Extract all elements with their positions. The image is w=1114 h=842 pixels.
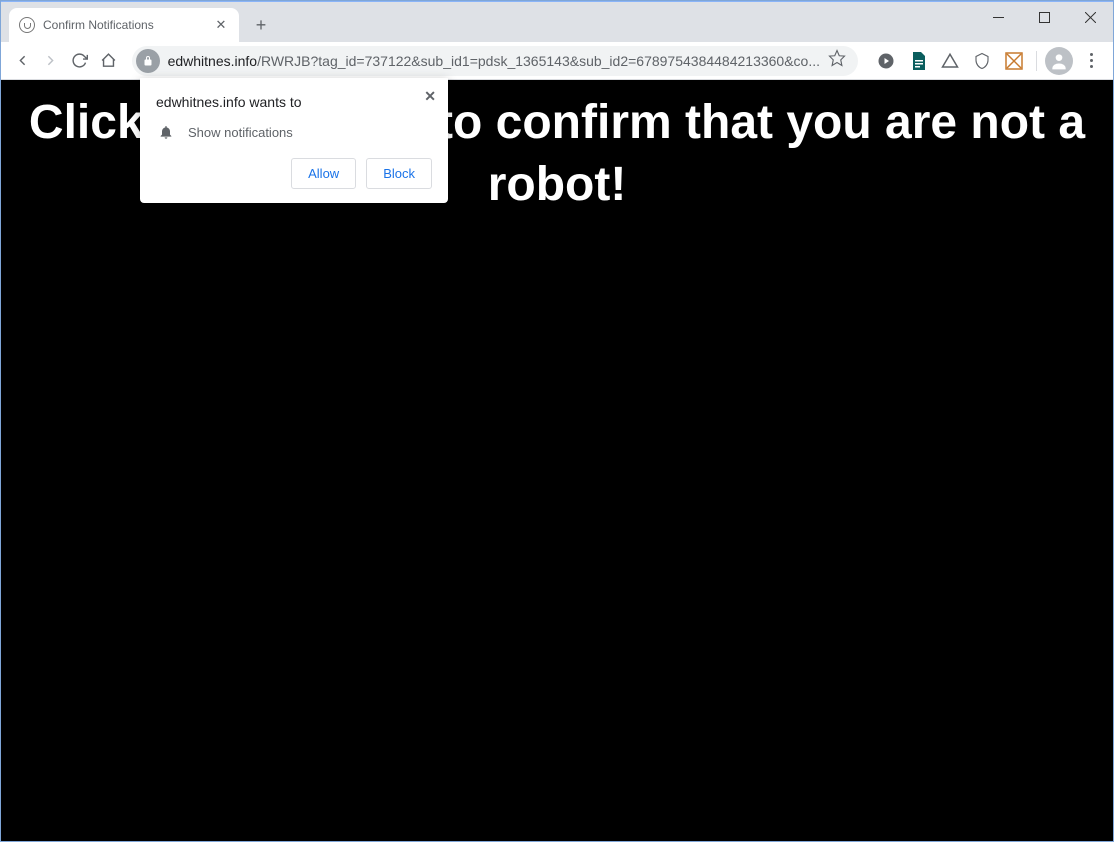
browser-tab[interactable]: Confirm Notifications ✕	[9, 8, 239, 42]
extension-icon[interactable]	[872, 47, 900, 75]
new-tab-button[interactable]: +	[247, 11, 275, 39]
menu-button[interactable]	[1077, 47, 1105, 75]
maximize-button[interactable]	[1021, 2, 1067, 32]
divider	[1036, 51, 1037, 71]
extensions-row	[872, 47, 1105, 75]
toolbar: edwhitnes.info/RWRJB?tag_id=737122&sub_i…	[1, 42, 1113, 80]
globe-icon	[19, 17, 35, 33]
back-button[interactable]	[9, 47, 36, 75]
popup-close-button[interactable]: ✕	[424, 88, 436, 105]
home-button[interactable]	[95, 47, 122, 75]
popup-title: edwhitnes.info wants to	[156, 94, 432, 110]
reload-button[interactable]	[66, 47, 93, 75]
extension-icon[interactable]	[968, 47, 996, 75]
forward-button[interactable]	[38, 47, 65, 75]
lock-icon[interactable]	[136, 49, 160, 73]
window-controls	[975, 2, 1113, 32]
close-button[interactable]	[1067, 2, 1113, 32]
popup-buttons: Allow Block	[156, 158, 432, 189]
title-bar: Confirm Notifications ✕ +	[1, 2, 1113, 42]
extension-icon[interactable]	[904, 47, 932, 75]
bell-icon	[158, 124, 174, 140]
bookmark-star-icon[interactable]	[828, 49, 846, 72]
permission-label: Show notifications	[188, 125, 293, 140]
extension-icon[interactable]	[936, 47, 964, 75]
address-bar[interactable]: edwhitnes.info/RWRJB?tag_id=737122&sub_i…	[132, 46, 858, 76]
tab-title: Confirm Notifications	[43, 18, 213, 32]
block-button[interactable]: Block	[366, 158, 432, 189]
url-text: edwhitnes.info/RWRJB?tag_id=737122&sub_i…	[168, 53, 820, 69]
profile-button[interactable]	[1045, 47, 1073, 75]
allow-button[interactable]: Allow	[291, 158, 356, 189]
extension-icon[interactable]	[1000, 47, 1028, 75]
tab-close-button[interactable]: ✕	[213, 17, 229, 33]
url-host: edwhitnes.info	[168, 53, 258, 69]
permission-row: Show notifications	[156, 124, 432, 140]
notification-permission-popup: ✕ edwhitnes.info wants to Show notificat…	[140, 78, 448, 203]
minimize-button[interactable]	[975, 2, 1021, 32]
url-path: /RWRJB?tag_id=737122&sub_id1=pdsk_136514…	[257, 53, 820, 69]
tab-strip: Confirm Notifications ✕ +	[1, 2, 275, 42]
